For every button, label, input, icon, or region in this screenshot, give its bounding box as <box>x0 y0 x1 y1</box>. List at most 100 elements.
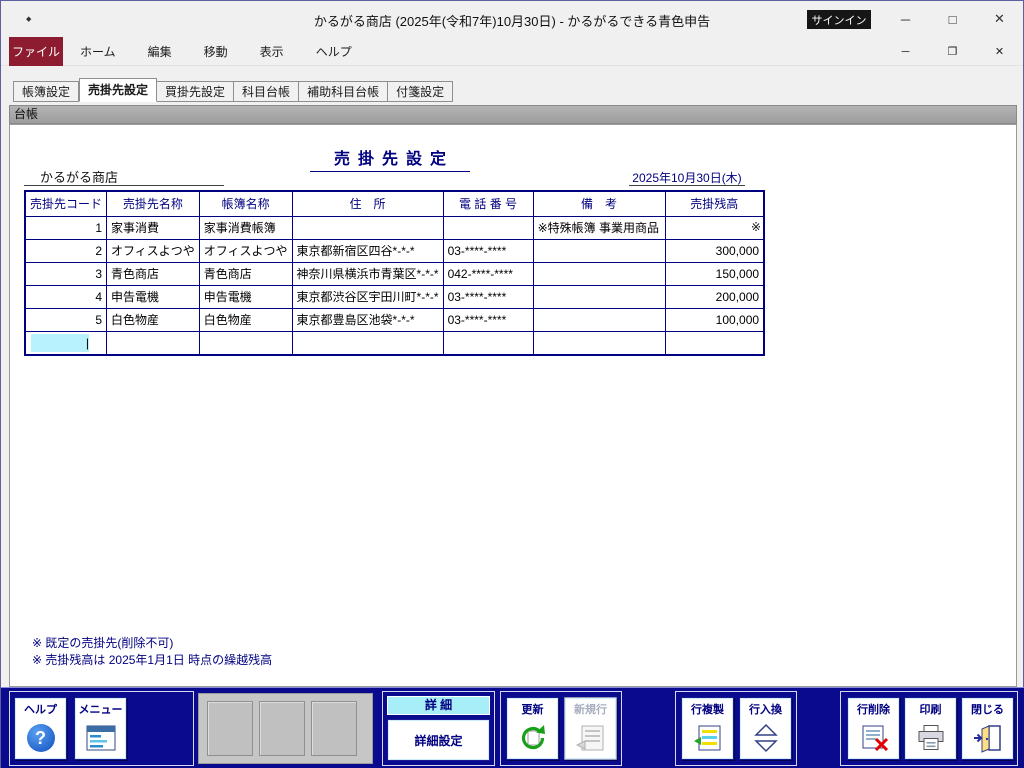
empty-slot <box>259 701 305 756</box>
update-button[interactable]: 更新 <box>506 697 559 760</box>
cell-code[interactable]: 5 <box>25 308 107 331</box>
menu-move[interactable]: 移動 <box>200 43 232 60</box>
tab-strip: 帳簿設定 売掛先設定 買掛先設定 科目台帳 補助科目台帳 付箋設定 <box>1 66 1023 105</box>
menu-items: ホーム 編集 移動 表示 ヘルプ <box>76 37 356 66</box>
form-title: 売掛先設定 <box>310 145 470 172</box>
cell-empty[interactable] <box>199 331 292 355</box>
cell-note[interactable] <box>533 262 665 285</box>
mdi-restore-icon[interactable]: ❐ <box>929 37 976 66</box>
signin-button[interactable]: サインイン <box>807 10 871 29</box>
cell-book[interactable]: 家事消費帳簿 <box>199 216 292 239</box>
cell-empty[interactable] <box>533 331 665 355</box>
cell-note[interactable]: ※特殊帳簿 事業用商品 <box>533 216 665 239</box>
cell-phone[interactable]: 03-****-**** <box>443 239 533 262</box>
duplicate-row-button[interactable]: 行複製 <box>681 697 734 760</box>
cell-note[interactable] <box>533 239 665 262</box>
cell-address[interactable]: 東京都渋谷区宇田川町*-*-* <box>292 285 443 308</box>
printer-icon <box>916 724 946 752</box>
cell-empty[interactable] <box>665 331 764 355</box>
minimize-icon[interactable]: ─ <box>882 1 929 37</box>
new-code-cell[interactable]: | <box>25 331 107 355</box>
cell-phone[interactable]: 03-****-**** <box>443 285 533 308</box>
cell-note[interactable] <box>533 285 665 308</box>
mdi-close-icon[interactable]: ✕ <box>976 37 1023 66</box>
cell-name[interactable]: 家事消費 <box>107 216 200 239</box>
close-icon[interactable]: ✕ <box>976 1 1023 37</box>
col-header-book: 帳簿名称 <box>199 191 292 216</box>
section-bar: 台帳 <box>9 105 1017 124</box>
tab-receivables-settings[interactable]: 売掛先設定 <box>79 78 157 102</box>
table-header-row: 売掛先コード 売掛先名称 帳簿名称 住 所 電 話 番 号 備 考 売掛残高 <box>25 191 764 216</box>
menu-view[interactable]: 表示 <box>256 43 288 60</box>
cell-code[interactable]: 1 <box>25 216 107 239</box>
menu-file[interactable]: ファイル <box>9 37 63 66</box>
cell-phone[interactable] <box>443 216 533 239</box>
delete-row-icon <box>859 724 889 752</box>
cell-balance[interactable]: 100,000 <box>665 308 764 331</box>
app-window: ◆ かるがる商店 (2025年(令和7年)10月30日) - かるがるできる青色… <box>0 0 1024 768</box>
cell-note[interactable] <box>533 308 665 331</box>
col-header-name: 売掛先名称 <box>107 191 200 216</box>
cell-book[interactable]: 青色商店 <box>199 262 292 285</box>
tab-account-ledger[interactable]: 科目台帳 <box>234 81 299 102</box>
mdi-minimize-icon[interactable]: ─ <box>882 37 929 66</box>
code-input[interactable]: | <box>31 334 89 352</box>
cell-empty[interactable] <box>107 331 200 355</box>
menu-help[interactable]: ヘルプ <box>312 43 356 60</box>
cell-code[interactable]: 4 <box>25 285 107 308</box>
col-header-balance: 売掛残高 <box>665 191 764 216</box>
table-row: 1 家事消費 家事消費帳簿 ※特殊帳簿 事業用商品 <box>25 216 764 239</box>
new-row-button[interactable]: 新規行 <box>564 697 617 760</box>
menubar: ファイル ホーム 編集 移動 表示 ヘルプ ─ ❐ ✕ <box>1 37 1023 66</box>
refresh-icon <box>518 723 548 753</box>
cell-name[interactable]: オフィスよつや <box>107 239 200 262</box>
cell-balance[interactable]: 300,000 <box>665 239 764 262</box>
cell-address[interactable]: 神奈川県横浜市青葉区*-*-* <box>292 262 443 285</box>
cell-balance[interactable]: 200,000 <box>665 285 764 308</box>
window-controls: ─ □ ✕ <box>882 1 1023 37</box>
swap-row-button[interactable]: 行入換 <box>739 697 792 760</box>
maximize-icon[interactable]: □ <box>929 1 976 37</box>
toolbar-group-update: 更新 新規行 <box>500 691 622 766</box>
help-button[interactable]: ヘルプ ? <box>14 697 67 760</box>
cell-balance[interactable]: 150,000 <box>665 262 764 285</box>
mdi-window-controls: ─ ❐ ✕ <box>882 37 1023 66</box>
cell-book[interactable]: 白色物産 <box>199 308 292 331</box>
table-row: 3 青色商店 青色商店 神奈川県横浜市青葉区*-*-* 042-****-***… <box>25 262 764 285</box>
cell-phone[interactable]: 03-****-**** <box>443 308 533 331</box>
cell-name[interactable]: 白色物産 <box>107 308 200 331</box>
cell-empty[interactable] <box>443 331 533 355</box>
cell-name[interactable]: 申告電機 <box>107 285 200 308</box>
new-row-icon <box>576 724 606 752</box>
tab-payables-settings[interactable]: 買掛先設定 <box>157 81 234 102</box>
tab-ledger-settings[interactable]: 帳簿設定 <box>13 81 79 102</box>
tab-sub-account-ledger[interactable]: 補助科目台帳 <box>299 81 388 102</box>
table-row: 2 オフィスよつや オフィスよつや 東京都新宿区四谷*-*-* 03-****-… <box>25 239 764 262</box>
cell-code[interactable]: 2 <box>25 239 107 262</box>
cell-book[interactable]: 申告電機 <box>199 285 292 308</box>
cell-book[interactable]: オフィスよつや <box>199 239 292 262</box>
detail-settings-button[interactable]: 詳細設定 <box>387 719 490 761</box>
menu-home[interactable]: ホーム <box>76 43 120 60</box>
cell-address[interactable]: 東京都豊島区池袋*-*-* <box>292 308 443 331</box>
tab-tag-settings[interactable]: 付箋設定 <box>388 81 453 102</box>
delete-row-button[interactable]: 行削除 <box>847 697 900 760</box>
cell-balance[interactable] <box>665 216 764 239</box>
cell-phone[interactable]: 042-****-**** <box>443 262 533 285</box>
col-header-code: 売掛先コード <box>25 191 107 216</box>
cell-address[interactable] <box>292 216 443 239</box>
close-window-button[interactable]: 閉じる <box>961 697 1014 760</box>
menu-edit[interactable]: 編集 <box>144 43 176 60</box>
menu-button[interactable]: メニュー <box>74 697 127 760</box>
menu-window-icon <box>86 725 116 752</box>
company-name: かるがる商店 <box>24 167 224 186</box>
cell-address[interactable]: 東京都新宿区四谷*-*-* <box>292 239 443 262</box>
bottom-toolbar: ヘルプ ? メニュー <box>1 687 1024 768</box>
col-header-address: 住 所 <box>292 191 443 216</box>
duplicate-row-icon <box>693 724 723 752</box>
cell-empty[interactable] <box>292 331 443 355</box>
titlebar: ◆ かるがる商店 (2025年(令和7年)10月30日) - かるがるできる青色… <box>1 1 1023 37</box>
print-button[interactable]: 印刷 <box>904 697 957 760</box>
cell-name[interactable]: 青色商店 <box>107 262 200 285</box>
cell-code[interactable]: 3 <box>25 262 107 285</box>
